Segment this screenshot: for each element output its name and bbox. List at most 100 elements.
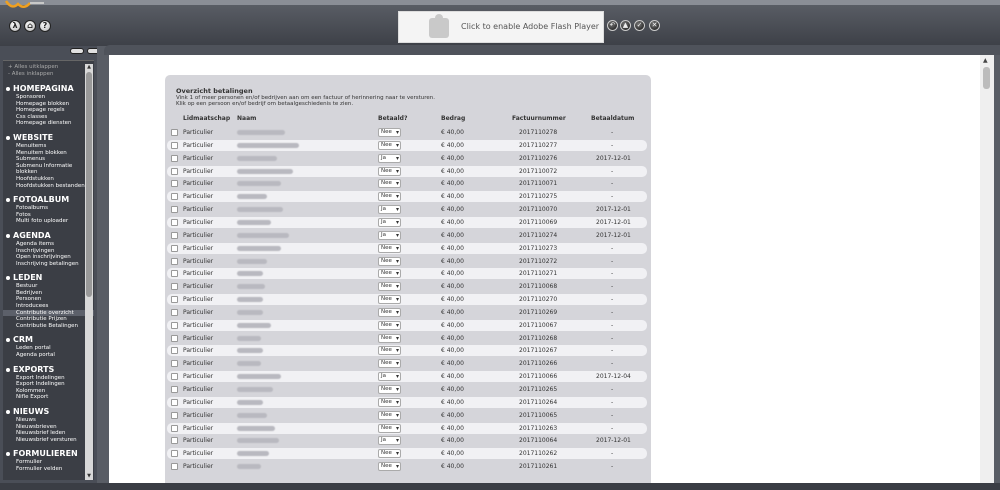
sidebar-item[interactable]: Bedrijven [3,290,94,297]
row-checkbox[interactable] [171,296,178,304]
table-row[interactable]: Particulier Nee € 40,00 2017110261 - [167,461,647,472]
flash-placeholder[interactable]: Click to enable Adobe Flash Player [398,11,604,43]
redacted-name[interactable] [237,361,261,367]
col-header-naam[interactable]: Naam [237,115,256,122]
row-checkbox[interactable] [171,347,178,355]
redacted-name[interactable] [237,155,277,161]
row-checkbox[interactable] [171,386,178,393]
paid-select[interactable]: Nee [378,243,401,253]
paid-select[interactable]: Ja [378,217,401,227]
paid-select[interactable]: Nee [378,128,401,137]
sidebar-item[interactable]: Fotoalbums [3,205,94,212]
close-icon[interactable]: ✕ [649,20,660,31]
row-checkbox[interactable] [171,167,178,175]
row-checkbox[interactable] [171,206,178,214]
row-checkbox[interactable] [171,373,178,381]
paid-select[interactable]: Nee [378,410,401,420]
help-button[interactable]: ? [39,20,51,32]
paid-select[interactable]: Nee [378,346,401,356]
paid-select[interactable]: Nee [378,256,401,266]
redacted-name[interactable] [237,451,269,457]
sidebar-item[interactable]: Submenus [3,156,94,163]
redacted-name[interactable] [237,374,281,380]
sidebar-item[interactable]: Contributie Betalingen [3,323,94,330]
check-icon[interactable]: ✓ [634,20,645,31]
redacted-name[interactable] [237,194,267,200]
row-checkbox[interactable] [171,308,178,316]
table-row[interactable]: Particulier Nee € 40,00 2017110277 - [167,139,647,151]
row-checkbox[interactable] [171,424,178,432]
table-row[interactable]: Particulier Nee € 40,00 2017110267 - [167,345,647,357]
redacted-name[interactable] [237,142,299,148]
table-row[interactable]: Particulier Nee € 40,00 2017110262 - [167,448,647,460]
row-checkbox[interactable] [171,180,178,188]
sidebar-item[interactable]: Inschrijvingen [3,248,94,255]
paid-select[interactable]: Nee [378,192,401,202]
redacted-name[interactable] [237,322,271,328]
redacted-name[interactable] [237,438,279,444]
expand-all-link[interactable]: + Alles uitklappen [3,64,94,71]
row-checkbox[interactable] [171,218,178,226]
sidebar-item[interactable]: Nieuwsbrief versturen [3,437,94,444]
row-checkbox[interactable] [171,411,178,419]
sidebar-item[interactable]: Menuitem blokken [3,150,94,157]
sidebar-item[interactable]: Bestuur [3,283,94,290]
col-header-lidmaatschap[interactable]: Lidmaatschap [183,115,230,122]
table-row[interactable]: Particulier Ja € 40,00 2017110070 2017-12-01 [167,204,647,215]
redacted-name[interactable] [237,335,261,341]
sidebar-item[interactable]: Homepage regels [3,107,94,114]
row-checkbox[interactable] [171,450,178,458]
redacted-name[interactable] [237,399,263,405]
row-checkbox[interactable] [171,463,178,471]
paid-select[interactable]: Ja [378,230,401,240]
sidebar-item[interactable]: Contributie Prijzen [3,316,94,323]
redacted-name[interactable] [237,130,285,135]
paid-select[interactable]: Nee [378,359,401,369]
sidebar-item[interactable]: Nifle Export [3,394,94,401]
redacted-name[interactable] [237,245,281,251]
home-button[interactable]: ⌂ [24,20,36,32]
paid-select[interactable]: Nee [378,282,401,292]
sidebar-toggle-left[interactable] [70,48,84,54]
col-header-betaaldatum[interactable]: Betaaldatum [591,115,634,122]
table-row[interactable]: Particulier Nee € 40,00 2017110272 - [167,256,647,267]
paid-select[interactable]: Nee [378,295,401,305]
sidebar-item[interactable]: Kolommen [3,388,94,395]
sidebar-item[interactable]: Introducees [3,303,94,310]
sidebar-section-header[interactable]: AGENDA [3,231,94,241]
paid-select[interactable]: Nee [378,397,401,407]
paid-select[interactable]: Nee [378,166,401,176]
table-row[interactable]: Particulier Ja € 40,00 2017110066 2017-12-04 [167,371,647,383]
sidebar-item[interactable]: Submenu Informatie [3,163,94,170]
paid-select[interactable]: Nee [378,307,401,317]
redacted-name[interactable] [237,412,267,418]
sidebar-item[interactable]: Formulier [3,459,94,466]
paid-select[interactable]: Nee [378,140,401,150]
sidebar-item[interactable]: Hoofdstukken bestanden [3,183,94,190]
col-header-betaald[interactable]: Betaald? [378,115,407,122]
sidebar-item[interactable]: Inschrijving betalingen [3,261,94,268]
table-row[interactable]: Particulier Nee € 40,00 2017110067 - [167,319,647,331]
table-row[interactable]: Particulier Nee € 40,00 2017110278 - [167,127,647,138]
sidebar-section-header[interactable]: LEDEN [3,273,94,283]
paid-select[interactable]: Nee [378,320,401,330]
redacted-name[interactable] [237,309,263,315]
sidebar-item[interactable]: Multi foto uploader [3,218,94,225]
sidebar-item[interactable]: Homepage diensten [3,120,94,127]
redacted-name[interactable] [237,387,273,392]
table-row[interactable]: Particulier Nee € 40,00 2017110275 - [167,191,647,203]
table-row[interactable]: Particulier Nee € 40,00 2017110271 - [167,268,647,280]
sidebar-section-header[interactable]: FORMULIEREN [3,449,94,459]
sidebar-section-header[interactable]: WEBSITE [3,133,94,143]
table-row[interactable]: Particulier Nee € 40,00 2017110270 - [167,294,647,306]
row-checkbox[interactable] [171,437,178,445]
sidebar-section-header[interactable]: NIEUWS [3,407,94,417]
sidebar-item[interactable]: Personen [3,296,94,303]
table-row[interactable]: Particulier Nee € 40,00 2017110263 - [167,422,647,434]
paid-select[interactable]: Nee [378,333,401,343]
main-scrollbar[interactable]: ▲ [980,55,994,483]
paid-select[interactable]: Ja [378,153,401,163]
sidebar-item[interactable]: Formulier velden [3,466,94,473]
sidebar-item[interactable]: blokken [3,169,94,176]
sidebar-item[interactable]: Fotos [3,212,94,219]
